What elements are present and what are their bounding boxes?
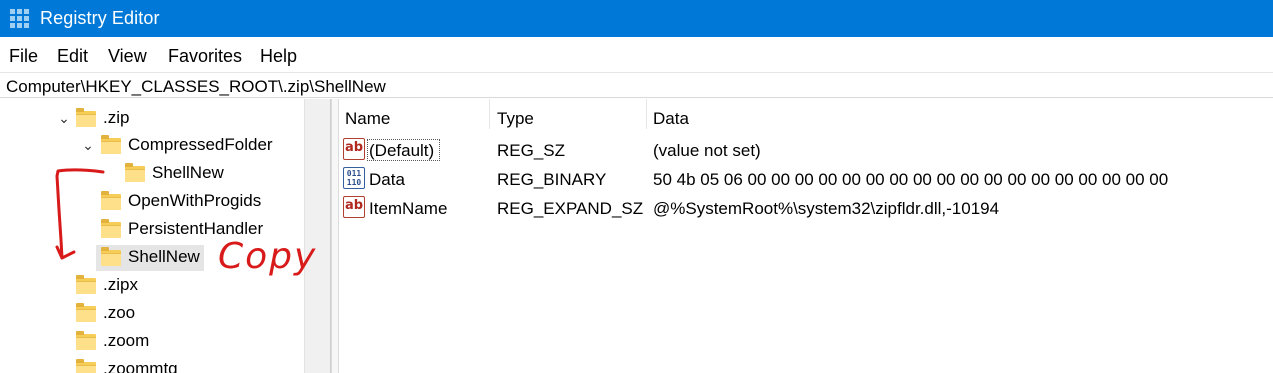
string-value-icon: ab [343,196,365,218]
value-type: REG_BINARY [497,170,607,189]
title-bar: Registry Editor [0,0,1273,37]
registry-editor-icon [10,9,29,28]
address-path[interactable]: Computer\HKEY_CLASSES_ROOT\.zip\ShellNew [6,77,386,97]
menu-edit[interactable]: Edit [57,46,88,67]
folder-icon [101,191,121,210]
folder-icon [101,219,121,238]
folder-icon [76,108,96,127]
tree-item-zip[interactable]: ⌄ .zip [0,107,300,131]
value-data: @%SystemRoot%\system32\zipfldr.dll,-1019… [653,199,1000,218]
copy-annotation-label: Copy [218,236,318,277]
tree-item-compressedfolder-shellnew[interactable]: ShellNew [0,162,300,186]
value-data: 50 4b 05 06 00 00 00 00 00 00 00 00 00 0… [653,170,1169,189]
menu-help[interactable]: Help [260,46,297,67]
column-header-name[interactable]: Name [339,99,489,129]
value-name: (Default) [369,141,435,160]
menu-bar: File Edit View Favorites Help [0,40,1273,70]
chevron-down-icon[interactable]: ⌄ [56,107,72,131]
tree-item-zoommtg[interactable]: .zoommtg [0,358,300,373]
folder-icon [125,163,145,182]
string-value-icon: ab [343,138,365,160]
value-row-default[interactable]: ab (Default) REG_SZ (value not set) [339,136,1273,164]
values-list-pane[interactable]: Name Type Data ab (Default) REG_SZ (valu… [339,99,1273,373]
binary-value-icon: 011 110 [343,167,365,189]
menu-view[interactable]: View [108,46,147,67]
value-type: REG_EXPAND_SZ [497,199,644,218]
tree-item-label: OpenWithProgids [128,191,262,210]
menu-favorites[interactable]: Favorites [168,46,242,67]
tree-item-zoom[interactable]: .zoom [0,330,300,354]
folder-icon [76,275,96,294]
tree-item-label: .zip [103,108,130,127]
tree-item-openwithprogids[interactable]: OpenWithProgids [0,190,300,214]
value-row-itemname[interactable]: ab ItemName REG_EXPAND_SZ @%SystemRoot%\… [339,194,1273,222]
column-header-data[interactable]: Data [647,99,1247,129]
value-type: REG_SZ [497,141,566,160]
value-name: ItemName [369,199,448,218]
folder-icon [76,331,96,350]
value-data: (value not set) [653,141,761,160]
menu-file[interactable]: File [9,46,38,67]
folder-icon [76,359,96,373]
tree-item-label: .zoom [103,331,150,350]
value-name: Data [369,170,405,189]
window-title: Registry Editor [40,8,160,28]
folder-icon [76,303,96,322]
pane-splitter[interactable] [331,99,339,373]
column-separator[interactable] [489,99,490,129]
tree-item-label: .zoo [103,303,136,322]
value-row-data[interactable]: 011 110 Data REG_BINARY 50 4b 05 06 00 0… [339,165,1273,193]
chevron-down-icon[interactable]: ⌄ [80,134,96,158]
tree-item-label: CompressedFolder [128,135,273,154]
tree-item-label: ShellNew [128,247,200,266]
tree-item-label: .zoommtg [103,359,178,373]
address-bar[interactable]: Computer\HKEY_CLASSES_ROOT\.zip\ShellNew [0,72,1273,98]
tree-item-compressedfolder[interactable]: ⌄ CompressedFolder [0,134,300,158]
tree-item-label: ShellNew [152,163,224,182]
tree-item-label: .zipx [103,275,138,294]
folder-icon [101,247,121,266]
tree-item-zipx[interactable]: .zipx [0,274,300,298]
tree-item-zoo[interactable]: .zoo [0,302,300,326]
column-header-type[interactable]: Type [491,99,646,129]
folder-icon [101,135,121,154]
